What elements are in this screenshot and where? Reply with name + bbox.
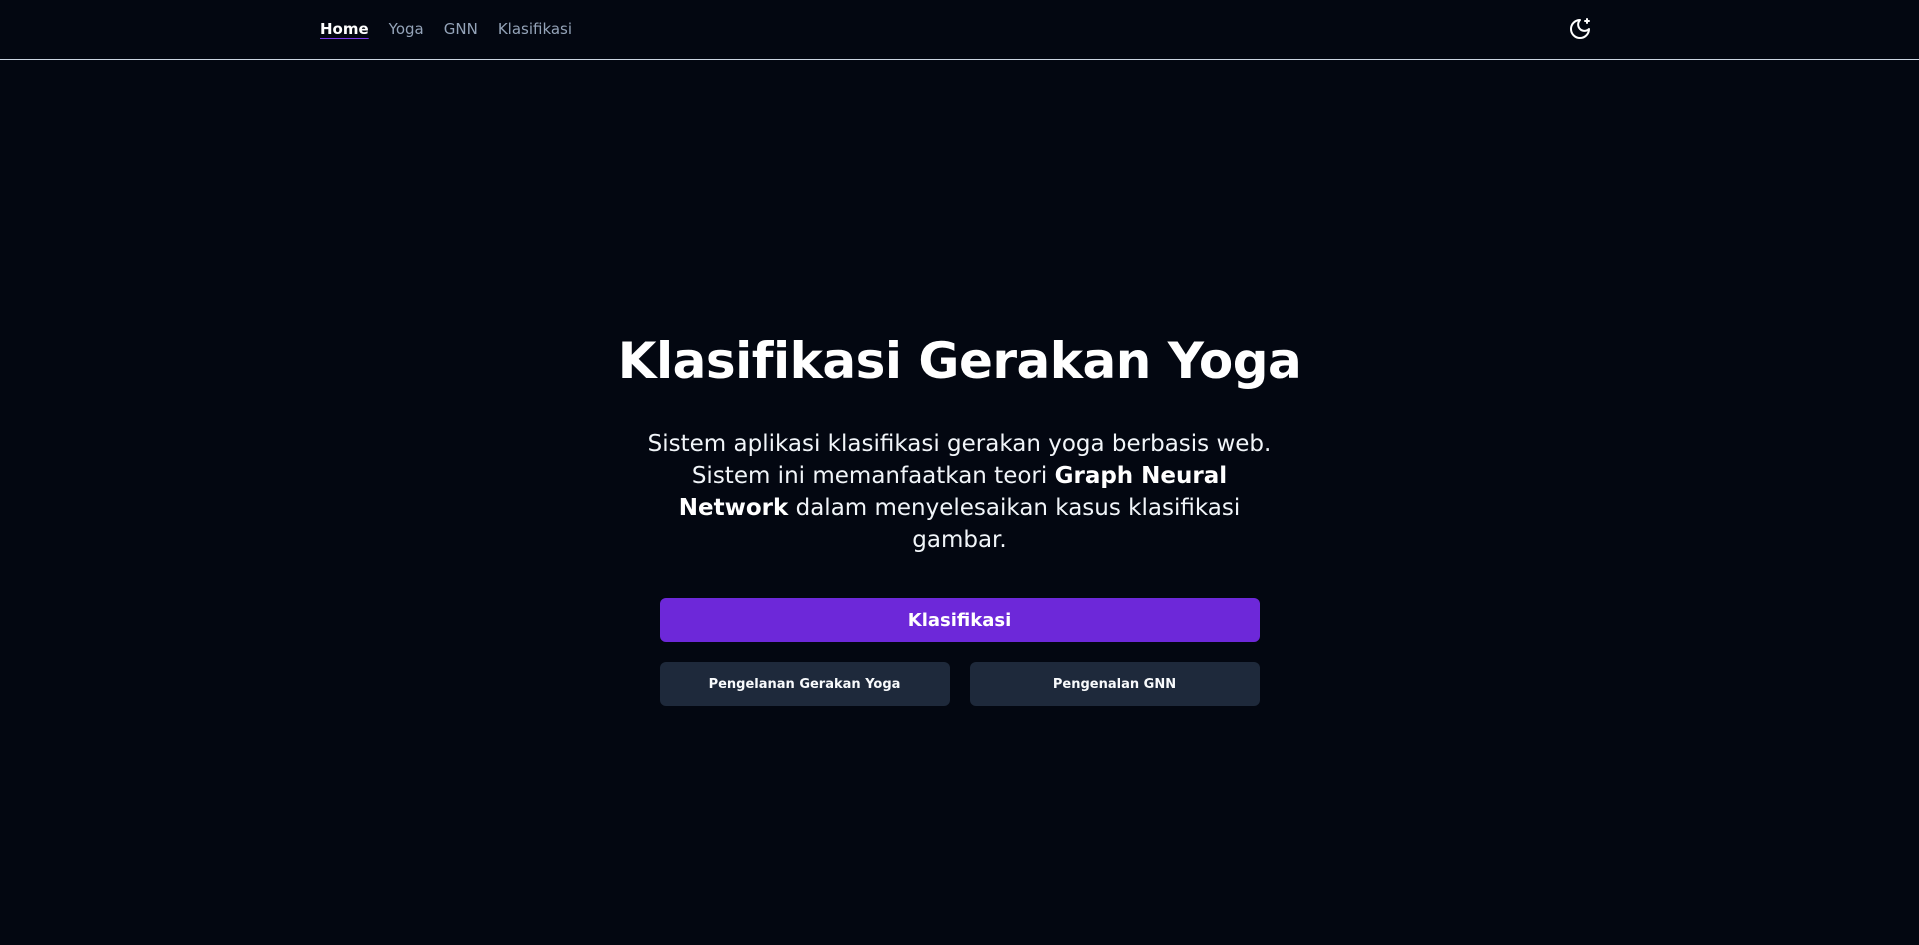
- hero-description: Sistem aplikasi klasifikasi gerakan yoga…: [640, 428, 1280, 556]
- hero-section: Klasifikasi Gerakan Yoga Sistem aplikasi…: [0, 330, 1919, 706]
- pengenalan-gnn-button[interactable]: Pengenalan GNN: [969, 662, 1260, 706]
- klasifikasi-button[interactable]: Klasifikasi: [659, 598, 1260, 642]
- hero-title: Klasifikasi Gerakan Yoga: [617, 332, 1302, 390]
- nav-link-home[interactable]: Home: [320, 19, 369, 39]
- pengenalan-yoga-button[interactable]: Pengelanan Gerakan Yoga: [659, 662, 950, 706]
- secondary-button-row: Pengelanan Gerakan Yoga Pengenalan GNN: [659, 662, 1260, 706]
- theme-toggle-button[interactable]: [1567, 16, 1593, 42]
- nav-links: Home Yoga GNN Klasifikasi: [320, 19, 572, 39]
- nav-link-yoga[interactable]: Yoga: [389, 19, 424, 39]
- navbar: Home Yoga GNN Klasifikasi: [0, 0, 1919, 60]
- nav-link-klasifikasi[interactable]: Klasifikasi: [498, 19, 572, 39]
- nav-link-gnn[interactable]: GNN: [444, 19, 478, 39]
- hero-desc-part2: dalam menyelesaikan kasus klasifikasi ga…: [788, 495, 1241, 553]
- moon-sparkle-icon: [1570, 18, 1590, 39]
